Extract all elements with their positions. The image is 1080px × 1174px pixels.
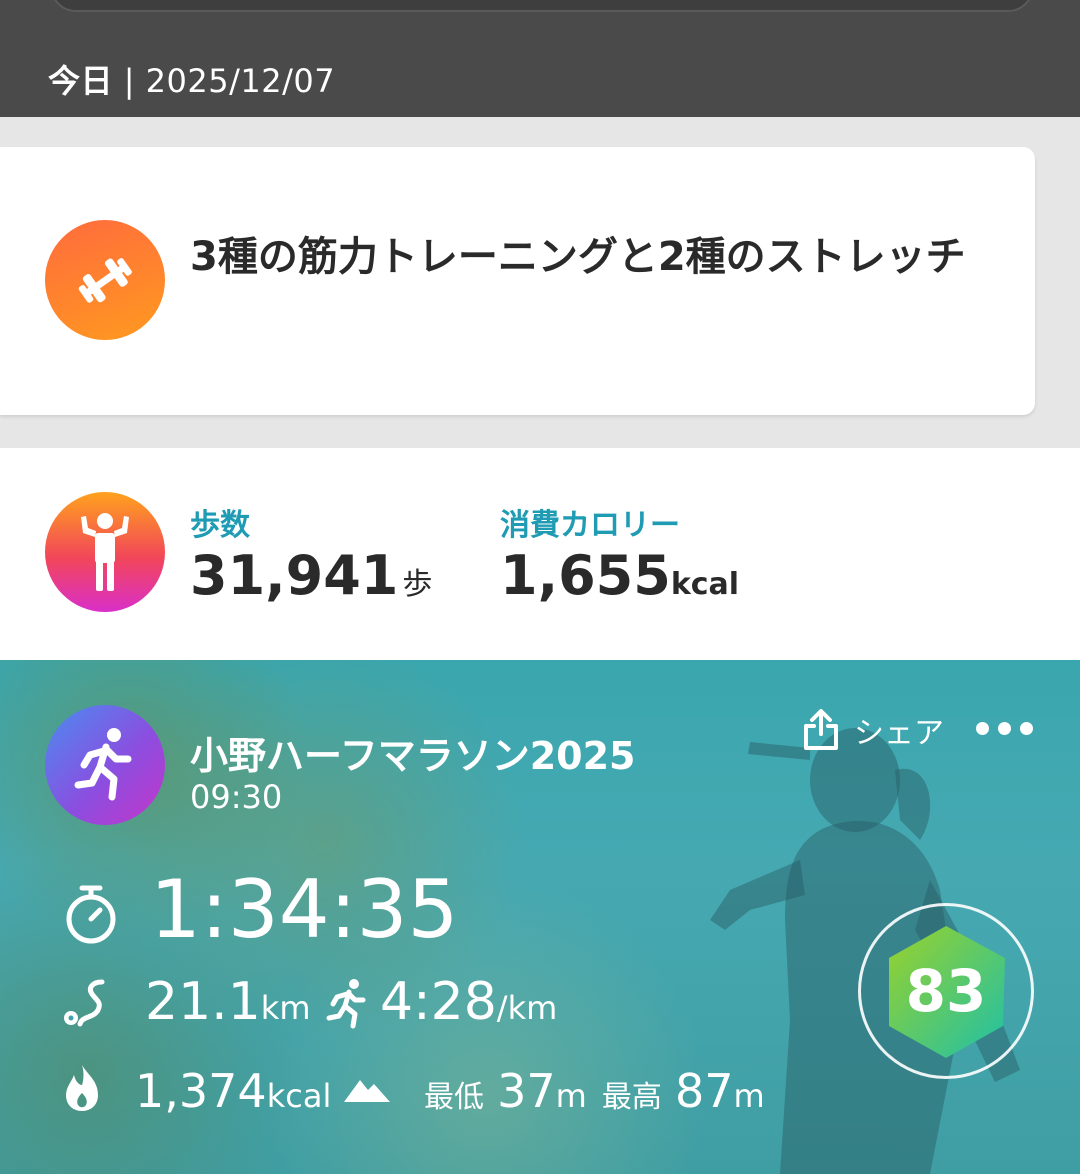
distance-value: 21.1 xyxy=(145,972,261,1032)
run-calories-unit: kcal xyxy=(266,1077,332,1115)
person-arms-up-icon xyxy=(45,492,165,612)
elevation-min-value: 37 xyxy=(497,1064,556,1118)
search-bar-edge[interactable] xyxy=(50,0,1034,12)
calories-label: 消費カロリー xyxy=(500,508,680,543)
steps-label: 歩数 xyxy=(190,508,250,543)
run-calories-value: 1,374 xyxy=(135,1064,267,1118)
calories-value-group: 1,655kcal xyxy=(500,544,739,607)
dumbbell-icon xyxy=(45,220,165,340)
dot-icon xyxy=(998,722,1011,735)
steps-value-group: 31,941 歩 xyxy=(190,544,432,607)
elevation-icon xyxy=(344,1080,390,1102)
calories-value: 1,655 xyxy=(500,544,671,607)
pace-unit: /km xyxy=(496,989,558,1027)
running-icon xyxy=(45,705,165,825)
steps-unit: 歩 xyxy=(402,567,433,602)
run-calories-group: 1,374kcal xyxy=(135,1064,331,1118)
stopwatch-icon xyxy=(66,885,116,944)
date-value: 2025/12/07 xyxy=(145,62,336,100)
elevation-max-label: 最高 xyxy=(601,1080,662,1115)
dot-icon xyxy=(976,722,989,735)
steps-value: 31,941 xyxy=(190,544,399,607)
running-pace-icon xyxy=(326,979,366,1029)
elevation-group: 最低 37m 最高 87m xyxy=(424,1064,765,1118)
share-button[interactable]: シェア xyxy=(802,708,944,752)
pace-group: 4:28/km xyxy=(380,972,557,1032)
today-label: 今日 xyxy=(48,62,114,100)
activity-summary-card[interactable]: 歩数 31,941 歩 消費カロリー 1,655kcal xyxy=(0,448,1080,660)
flame-icon xyxy=(66,1065,98,1111)
date-separator: | xyxy=(113,62,146,100)
date-header: 今日 | 2025/12/07 xyxy=(0,0,1080,117)
elevation-max-value: 87 xyxy=(675,1064,734,1118)
share-icon xyxy=(804,709,838,750)
more-options-button[interactable] xyxy=(976,722,1033,735)
share-label: シェア xyxy=(854,716,944,751)
route-icon xyxy=(64,979,105,1027)
pace-value: 4:28 xyxy=(380,972,497,1032)
elevation-min-unit: m xyxy=(555,1077,587,1115)
distance-group: 21.1km xyxy=(145,972,310,1032)
distance-unit: km xyxy=(260,989,311,1027)
run-start-time: 09:30 xyxy=(190,778,283,816)
elevation-min-label: 最低 xyxy=(424,1080,484,1115)
dot-icon xyxy=(1020,722,1033,735)
run-score-badge[interactable]: 83 xyxy=(858,903,1034,1079)
elevation-max-unit: m xyxy=(733,1077,765,1115)
training-description: 3種の筋力トレーニングと2種のストレッチ xyxy=(190,234,966,280)
run-duration: 1:34:35 xyxy=(150,863,459,956)
today-date-label: 今日 | 2025/12/07 xyxy=(48,56,335,102)
run-activity-card[interactable]: 小野ハーフマラソン2025 09:30 シェア 1:34:35 21.1km 4… xyxy=(0,660,1080,1174)
run-title: 小野ハーフマラソン2025 xyxy=(190,734,636,778)
training-card[interactable]: 3種の筋力トレーニングと2種のストレッチ xyxy=(0,147,1035,415)
calories-unit: kcal xyxy=(670,567,740,602)
run-score-value: 83 xyxy=(905,957,987,1025)
